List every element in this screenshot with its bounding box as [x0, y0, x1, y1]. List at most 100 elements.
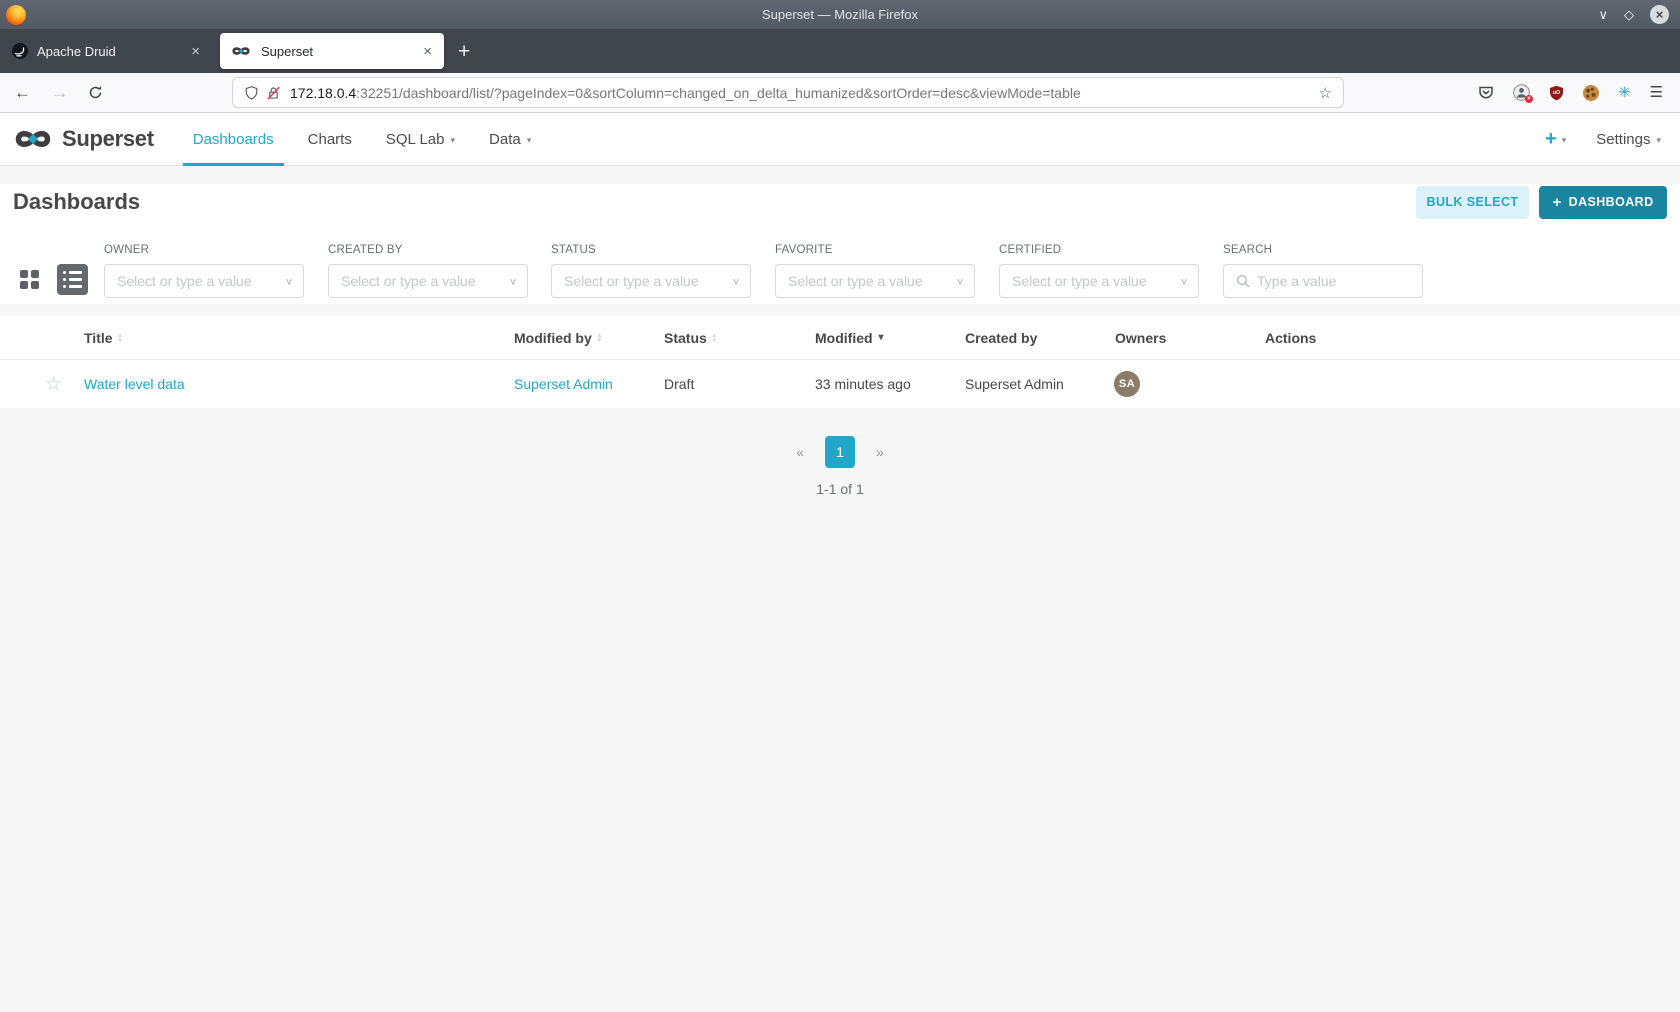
- nav-right: + ▾ Settings ▾: [1545, 129, 1680, 149]
- reload-button[interactable]: [88, 85, 103, 100]
- nav-label: Dashboards: [193, 131, 274, 148]
- table-header-row: Title ▴▾ Modified by ▴▾ Status ▴▾ Modifi…: [0, 316, 1680, 360]
- column-header-modified-by[interactable]: Modified by ▴▾: [514, 316, 601, 359]
- card-view-toggle[interactable]: [20, 270, 41, 291]
- pagination: « 1 »: [0, 436, 1680, 468]
- page-title: Dashboards: [13, 189, 140, 215]
- select-placeholder: Select or type a value: [1012, 273, 1180, 289]
- chevron-down-icon: ▾: [527, 135, 532, 146]
- chevron-down-icon: ∨: [509, 276, 517, 286]
- certified-select[interactable]: Select or type a value ∨: [999, 264, 1199, 298]
- filter-label: CERTIFIED: [999, 244, 1061, 256]
- sort-descending-icon: ▾: [879, 333, 884, 343]
- search-icon: [1236, 274, 1250, 288]
- brand-name: Superset: [62, 126, 154, 152]
- chevron-down-icon: ∨: [1180, 276, 1188, 286]
- extension-person-icon[interactable]: ×: [1513, 84, 1530, 101]
- url-bar[interactable]: 172.18.0.4:32251/dashboard/list/?pageInd…: [233, 78, 1343, 107]
- extension-asterisk-icon[interactable]: ✳: [1618, 85, 1631, 100]
- nav-dashboards[interactable]: Dashboards: [176, 113, 291, 165]
- column-label: Modified: [815, 330, 873, 346]
- forward-button[interactable]: →: [51, 84, 68, 101]
- dashboard-title-cell: Water level data: [84, 360, 185, 408]
- chevron-down-icon: ▾: [450, 135, 455, 146]
- dashboards-table: Title ▴▾ Modified by ▴▾ Status ▴▾ Modifi…: [0, 316, 1680, 408]
- plus-icon: +: [1552, 194, 1561, 211]
- browser-tabbar: Apache Druid × Superset × +: [0, 29, 1680, 73]
- minimize-icon[interactable]: ∨: [1598, 8, 1608, 21]
- next-page-button[interactable]: »: [876, 444, 884, 460]
- new-dashboard-label: DASHBOARD: [1569, 195, 1654, 209]
- insecure-lock-icon[interactable]: [266, 85, 281, 101]
- search-input[interactable]: [1257, 273, 1412, 289]
- column-header-status[interactable]: Status ▴▾: [664, 316, 716, 359]
- druid-logo-icon: [12, 43, 28, 59]
- url-text[interactable]: 172.18.0.4:32251/dashboard/list/?pageInd…: [290, 85, 1311, 101]
- hamburger-menu-icon[interactable]: ☰: [1650, 85, 1663, 100]
- page-1-button[interactable]: 1: [825, 436, 855, 468]
- new-item-menu[interactable]: + ▾: [1545, 129, 1566, 149]
- list-view-toggle[interactable]: [57, 264, 88, 295]
- created-by-cell: Superset Admin: [965, 360, 1064, 408]
- back-button[interactable]: ←: [14, 84, 31, 101]
- tab-superset[interactable]: Superset ×: [220, 33, 444, 69]
- plus-icon: +: [1545, 129, 1557, 149]
- window-titlebar: Superset — Mozilla Firefox ∨ ◇ ×: [0, 0, 1680, 29]
- column-header-title[interactable]: Title ▴▾: [84, 316, 122, 359]
- nav-sql-lab[interactable]: SQL Lab ▾: [369, 113, 472, 165]
- select-placeholder: Select or type a value: [341, 273, 509, 289]
- new-tab-button[interactable]: +: [458, 41, 470, 62]
- tab-close-icon[interactable]: ×: [421, 43, 434, 60]
- filter-label: CREATED BY: [328, 244, 403, 256]
- maximize-icon[interactable]: ◇: [1624, 8, 1634, 21]
- table-row: ☆ Water level data Superset Admin Draft …: [0, 360, 1680, 408]
- nav-data[interactable]: Data ▾: [472, 113, 548, 165]
- column-header-modified[interactable]: Modified ▾: [815, 316, 884, 359]
- search-field[interactable]: [1223, 264, 1423, 298]
- filter-bar: OWNER Select or type a value ∨ CREATED B…: [0, 224, 1680, 300]
- tab-close-icon[interactable]: ×: [189, 43, 202, 60]
- shield-icon[interactable]: [244, 85, 259, 101]
- new-dashboard-button[interactable]: + DASHBOARD: [1539, 186, 1667, 219]
- settings-menu[interactable]: Settings ▾: [1596, 131, 1661, 148]
- url-host: 172.18.0.4: [290, 85, 356, 101]
- select-placeholder: Select or type a value: [117, 273, 285, 289]
- cookie-icon[interactable]: [1583, 85, 1599, 101]
- bulk-select-button[interactable]: BULK SELECT: [1416, 186, 1529, 219]
- favorite-select[interactable]: Select or type a value ∨: [775, 264, 975, 298]
- dashboard-title-link[interactable]: Water level data: [84, 376, 185, 392]
- ublock-shield-icon[interactable]: uO: [1549, 85, 1564, 101]
- firefox-logo-icon: [6, 5, 26, 25]
- header-buttons: BULK SELECT + DASHBOARD: [1416, 186, 1667, 219]
- nav-items: Dashboards Charts SQL Lab ▾ Data ▾: [176, 113, 548, 165]
- column-header-owners: Owners: [1115, 316, 1166, 359]
- sort-icon: ▴▾: [713, 333, 716, 343]
- owner-select[interactable]: Select or type a value ∨: [104, 264, 304, 298]
- select-placeholder: Select or type a value: [788, 273, 956, 289]
- nav-charts[interactable]: Charts: [291, 113, 369, 165]
- column-label: Modified by: [514, 330, 592, 346]
- status-cell: Draft: [664, 360, 694, 408]
- pocket-icon[interactable]: [1478, 85, 1494, 100]
- close-window-icon[interactable]: ×: [1650, 5, 1669, 24]
- pagination-summary: 1-1 of 1: [0, 481, 1680, 497]
- window-title: Superset — Mozilla Firefox: [0, 7, 1680, 22]
- column-label: Owners: [1115, 330, 1166, 346]
- nav-label: Charts: [308, 131, 352, 148]
- screen: Superset — Mozilla Firefox ∨ ◇ × Apache …: [0, 0, 1680, 1012]
- prev-page-button[interactable]: «: [796, 444, 804, 460]
- favorite-star-icon[interactable]: ☆: [45, 360, 62, 408]
- url-path: :32251/dashboard/list/?pageIndex=0&sortC…: [356, 85, 1081, 101]
- status-select[interactable]: Select or type a value ∨: [551, 264, 751, 298]
- bookmark-star-icon[interactable]: ☆: [1319, 84, 1332, 102]
- filter-label: FAVORITE: [775, 244, 833, 256]
- modified-by-link[interactable]: Superset Admin: [514, 376, 613, 392]
- page-header: Dashboards BULK SELECT + DASHBOARD: [0, 184, 1680, 220]
- tab-apache-druid[interactable]: Apache Druid ×: [2, 33, 212, 69]
- column-label: Created by: [965, 330, 1037, 346]
- owner-avatar[interactable]: SA: [1114, 371, 1140, 397]
- chevron-down-icon: ∨: [285, 276, 293, 286]
- created-by-select[interactable]: Select or type a value ∨: [328, 264, 528, 298]
- filter-label: STATUS: [551, 244, 596, 256]
- settings-label: Settings: [1596, 131, 1650, 148]
